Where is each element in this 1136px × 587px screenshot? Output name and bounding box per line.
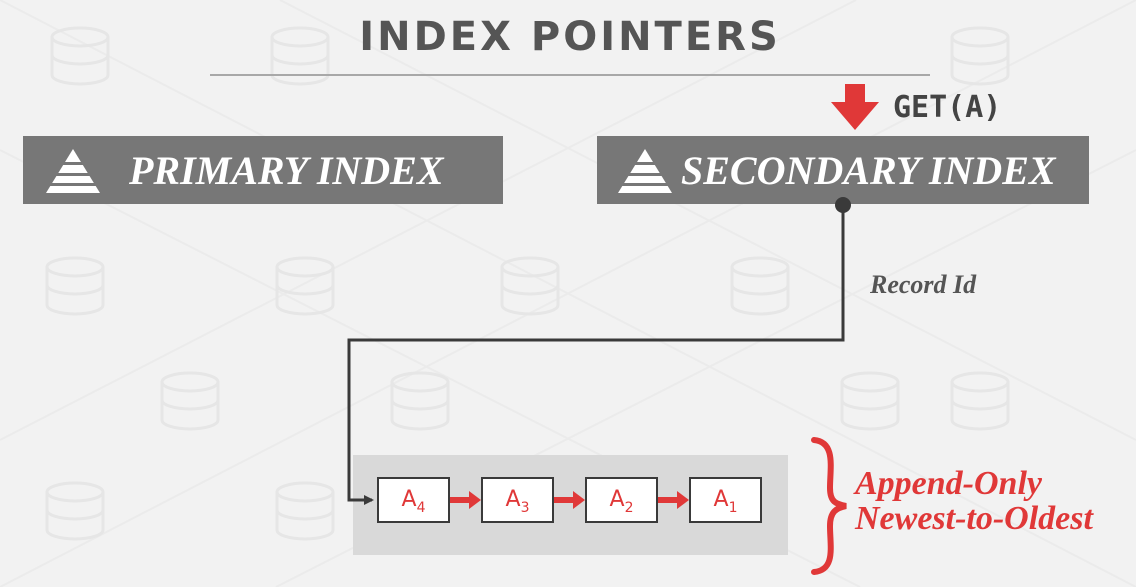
connector-overlay (347, 84, 879, 575)
version-link-arrow (554, 491, 585, 509)
version-link-arrow (450, 491, 481, 509)
curly-brace (811, 437, 847, 575)
down-arrow-icon (831, 84, 879, 130)
record-id-pointer (347, 205, 845, 505)
version-link-arrow (658, 491, 689, 509)
